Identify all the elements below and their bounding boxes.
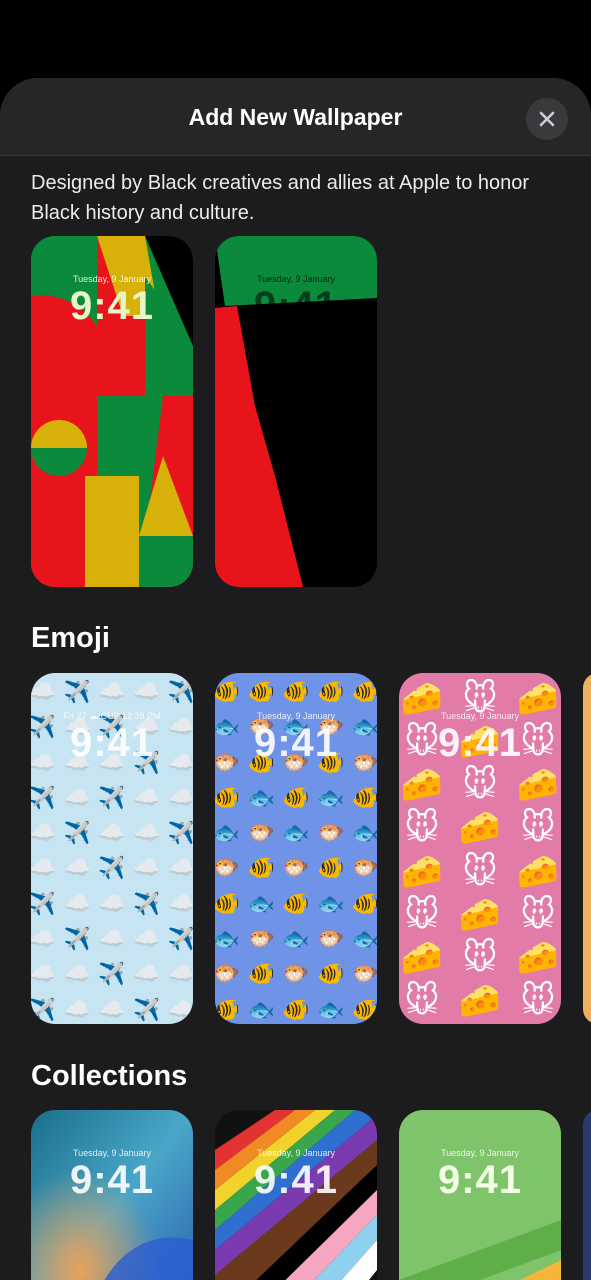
- close-button[interactable]: [526, 98, 568, 140]
- lock-date: Tuesday, 9 January: [72, 274, 152, 284]
- lock-time: 9:41: [69, 1158, 155, 1202]
- lock-date: Tuesday, 9 January: [440, 711, 520, 721]
- lock-time: 9:41: [69, 721, 155, 765]
- lock-time: 9:41: [437, 1158, 523, 1202]
- sheet-title: Add New Wallpaper: [188, 104, 403, 130]
- lock-time: 9:41: [69, 284, 155, 328]
- emoji-wallpaper-fish[interactable]: 🐠 🐠 🐠 🐠 🐠 🐟 🐡 🐟 🐡 🐟 🐡 🐠 🐡 🐠 🐡 🐠 🐟 🐠 🐟 🐠 🐟 🐡 🐟 🐡 🐟 🐡 🐠 🐡 🐠 🐡 🐠 🐟 🐠 🐟…: [215, 673, 377, 1024]
- collection-description: Designed by Black creatives and allies a…: [31, 172, 530, 224]
- lock-time: 9:41: [253, 1158, 339, 1202]
- lock-date: Tuesday, 9 January: [256, 1148, 336, 1158]
- collection-wallpaper-pride[interactable]: Tuesday, 9 January 9:41: [215, 1110, 377, 1280]
- collection-wallpaper-partial[interactable]: [583, 1110, 591, 1280]
- sheet-header: Add New Wallpaper: [0, 78, 591, 156]
- collection-wallpaper-ios[interactable]: Tuesday, 9 January 9:41: [31, 1110, 193, 1280]
- lock-time: 9:41: [253, 284, 339, 328]
- add-wallpaper-sheet: Add New Wallpaper Designed by Black crea…: [0, 78, 591, 1280]
- lock-date: Tuesday, 9 January: [440, 1148, 520, 1158]
- close-icon: [539, 111, 555, 127]
- lock-time: 9:41: [437, 721, 523, 765]
- unity-wallpaper-card-2[interactable]: Tuesday, 9 January 9:41: [215, 236, 377, 587]
- section-title-collections: Collections: [31, 1060, 188, 1092]
- emoji-wallpaper-mice[interactable]: 🧀 🐭 🧀 🐭 🧀 🐭 🧀 🐭 🧀 🐭 🧀 🐭 🧀 🐭 🧀 🐭 🧀 🐭 🧀 🐭 🧀 🐭 🧀 🐭 Tuesday,…: [399, 673, 561, 1024]
- unity-wallpaper-card-1[interactable]: Tuesday, 9 January 9:41: [31, 236, 193, 587]
- emoji-wallpaper-planes[interactable]: ☁️ ✈️ ☁️ ☁️ ✈️ ✈️ ☁️ ✈️ ☁️ ☁️ ☁️ ☁️ ☁️ ✈️ ☁️ ✈️ ☁️ ✈️ ☁…: [31, 673, 193, 1024]
- lock-time: 9:41: [253, 721, 339, 765]
- lock-date: Tuesday, 9 January: [72, 1148, 152, 1158]
- section-title-emoji: Emoji: [31, 622, 110, 654]
- lock-date: Tuesday, 9 January: [256, 274, 336, 284]
- emoji-wallpaper-partial[interactable]: [583, 673, 591, 1024]
- lock-date: Tuesday, 9 January: [256, 711, 336, 721]
- collection-wallpaper-color[interactable]: Tuesday, 9 January 9:41: [399, 1110, 561, 1280]
